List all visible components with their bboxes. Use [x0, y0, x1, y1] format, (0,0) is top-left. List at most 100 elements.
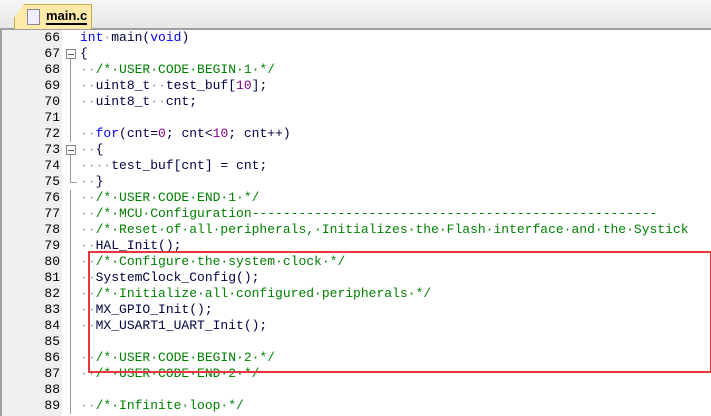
line-number: 79 [44, 238, 60, 253]
token-nm: 10 [236, 78, 252, 93]
fold-line-icon [70, 238, 71, 254]
token-ws: ·· [80, 206, 96, 221]
code-text: ··/*·USER·CODE·BEGIN·1·*/ [80, 62, 275, 78]
token-tx: ; cnt< [165, 126, 213, 141]
code-line[interactable]: 68 ··/*·USER·CODE·BEGIN·1·*/ [2, 62, 711, 78]
code-line[interactable]: 75 ··} [2, 174, 711, 190]
code-editor[interactable]: 66 int·main(void) 67 {68 ··/*·USER·CODE·BEGI… [0, 30, 711, 416]
fold-line-icon [70, 270, 71, 286]
fold-line-icon [70, 382, 71, 398]
fold-line-icon [70, 398, 71, 414]
line-number: 80 [44, 254, 60, 269]
fold-line-icon [70, 286, 71, 302]
line-number: 81 [44, 270, 60, 285]
line-number: 74 [44, 158, 60, 173]
token-ws: ·· [80, 174, 96, 189]
code-line[interactable]: 70 ··uint8_t··cnt; [2, 94, 711, 110]
line-number: 75 [44, 174, 60, 189]
fold-line-icon [70, 318, 71, 334]
token-nm: 10 [212, 126, 229, 141]
code-text: ··uint8_t··test_buf[10]; [80, 78, 267, 94]
line-number: 84 [44, 318, 60, 333]
fold-line-icon [70, 62, 71, 78]
token-tx: { [80, 46, 88, 61]
code-line[interactable]: 72 ··for(cnt=0; cnt<10; cnt++) [2, 126, 711, 142]
token-cm: /*·USER·CODE·END·1·*/ [95, 190, 260, 205]
token-cm: /*·Reset·of·all·peripherals,·Initializes… [95, 222, 689, 237]
line-number: 67 [44, 46, 60, 61]
token-ws: ·· [80, 126, 96, 141]
token-ws: ·· [80, 94, 96, 109]
token-ws: ·· [80, 190, 96, 205]
line-number: 78 [44, 222, 60, 237]
token-cm: /*·MCU·Configuration--------------------… [95, 206, 658, 221]
fold-line-icon [70, 222, 71, 238]
code-text: ··/*·USER·CODE·END·1·*/ [80, 190, 259, 206]
token-tx: uint8_t [95, 94, 151, 109]
line-number: 69 [44, 78, 60, 93]
fold-line-icon [70, 78, 71, 94]
line-number: 83 [44, 302, 60, 317]
line-number: 72 [44, 126, 60, 141]
code-line[interactable]: 69 ··uint8_t··test_buf[10]; [2, 78, 711, 94]
token-kw: for [95, 126, 120, 141]
line-number: 89 [44, 398, 60, 413]
line-number: 71 [44, 110, 60, 125]
fold-line-icon [70, 110, 71, 126]
token-tx: ) [181, 30, 190, 45]
fold-line-icon [70, 190, 71, 206]
token-nm: 0 [158, 126, 166, 141]
code-line[interactable]: 73 ··{ [2, 142, 711, 158]
token-tx: ; cnt++) [228, 126, 291, 141]
code-line[interactable]: 89 ··/*·Infinite·loop·*/ [2, 398, 711, 414]
code-text: ··} [80, 174, 103, 190]
line-number: 88 [44, 382, 60, 397]
fold-line-icon [70, 350, 71, 366]
token-tx: main( [111, 30, 151, 45]
line-number: 87 [44, 366, 60, 381]
code-text: ··for(cnt=0; cnt<10; cnt++) [80, 126, 291, 142]
fold-line-icon [70, 254, 71, 270]
fold-toggle-icon[interactable] [66, 145, 76, 155]
tab-label: main.c [46, 8, 88, 25]
token-tx: test_buf[ [165, 78, 237, 93]
token-tx: ]; [251, 78, 268, 93]
line-number: 77 [44, 206, 60, 221]
line-number: 73 [44, 142, 60, 157]
code-line[interactable]: 78 ··/*·Reset·of·all·peripherals,·Initial… [2, 222, 711, 238]
line-number: 66 [44, 30, 60, 45]
fold-line-icon [70, 174, 77, 183]
code-line[interactable]: 71 [2, 110, 711, 126]
code-text: ··/*·MCU·Configuration------------------… [80, 206, 657, 222]
code-text: ··uint8_t··cnt; [80, 94, 197, 110]
token-tx: } [95, 174, 104, 189]
code-line[interactable]: 77 ··/*·MCU·Configuration----------------… [2, 206, 711, 222]
tab-main-c[interactable]: main.c [14, 4, 92, 29]
code-line[interactable]: 66 int·main(void) [2, 30, 711, 46]
token-tx: test_buf[cnt] = cnt; [111, 158, 268, 173]
fold-line-icon [70, 126, 71, 142]
code-line[interactable]: 67 { [2, 46, 711, 62]
code-text: { [80, 46, 88, 62]
token-ws: ·· [80, 78, 96, 93]
code-text: ··{ [80, 142, 103, 158]
token-kw: void [150, 30, 182, 45]
line-number: 86 [44, 350, 60, 365]
code-text: int·main(void) [80, 30, 189, 46]
code-line[interactable]: 76 ··/*·USER·CODE·END·1·*/ [2, 190, 711, 206]
highlight-box [88, 251, 711, 373]
token-ws: ···· [80, 158, 112, 173]
token-ws: ·· [80, 142, 96, 157]
token-tx: uint8_t [95, 78, 151, 93]
fold-toggle-icon[interactable] [66, 49, 76, 59]
token-ws: ·· [80, 398, 96, 413]
line-number: 85 [44, 334, 60, 349]
line-number: 76 [44, 190, 60, 205]
token-ws: ·· [150, 94, 166, 109]
token-tx: { [95, 142, 104, 157]
code-line[interactable]: 88 [2, 382, 711, 398]
line-number: 68 [44, 62, 60, 77]
code-text: ··/*·Infinite·loop·*/ [80, 398, 244, 414]
code-line[interactable]: 74 ····test_buf[cnt] = cnt; [2, 158, 711, 174]
code-text: ····test_buf[cnt] = cnt; [80, 158, 267, 174]
